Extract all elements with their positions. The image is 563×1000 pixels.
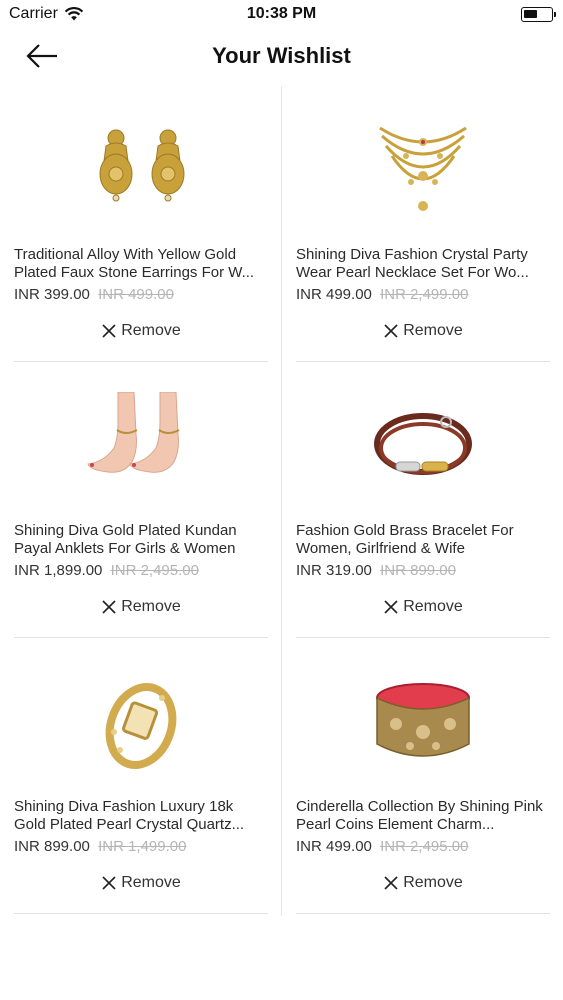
product-price: INR 399.00 — [14, 286, 90, 303]
necklace-icon — [379, 126, 467, 211]
bracelet-icon — [374, 413, 472, 475]
anklets-icon — [87, 392, 180, 473]
nav-bar: Your Wishlist — [0, 30, 563, 86]
product-mrp: INR 2,495.00 — [110, 562, 199, 579]
product-name[interactable]: Fashion Gold Brass Bracelet For Women, G… — [296, 522, 550, 558]
product-price: INR 1,899.00 — [14, 562, 103, 579]
remove-label: Remove — [403, 322, 463, 339]
wishlist-item[interactable]: Cinderella Collection By Shining Pink Pe… — [296, 638, 550, 914]
remove-button[interactable]: Remove — [14, 874, 268, 892]
close-icon — [384, 600, 398, 614]
close-icon — [102, 876, 116, 890]
product-price: INR 499.00 — [296, 838, 372, 855]
status-bar: Carrier 10:38 PM — [0, 0, 563, 30]
wishlist-item[interactable]: Traditional Alloy With Yellow Gold Plate… — [14, 86, 268, 362]
product-mrp: INR 2,499.00 — [380, 286, 469, 303]
remove-label: Remove — [121, 874, 181, 891]
price-row: INR 499.00 INR 2,499.00 — [296, 286, 468, 303]
battery-icon — [521, 7, 556, 22]
status-time: 10:38 PM — [246, 5, 317, 22]
product-name[interactable]: Traditional Alloy With Yellow Gold Plate… — [14, 246, 268, 282]
product-mrp: INR 2,495.00 — [380, 838, 469, 855]
remove-button[interactable]: Remove — [296, 598, 550, 616]
earrings-icon — [99, 129, 185, 202]
remove-label: Remove — [403, 598, 463, 615]
wishlist-item[interactable]: Fashion Gold Brass Bracelet For Women, G… — [296, 362, 550, 638]
remove-label: Remove — [121, 322, 181, 339]
close-icon — [384, 324, 398, 338]
page-title: Your Wishlist — [212, 43, 351, 68]
product-mrp: INR 899.00 — [380, 562, 456, 579]
remove-button[interactable]: Remove — [14, 598, 268, 616]
column-divider — [281, 86, 282, 916]
price-row: INR 399.00 INR 499.00 — [14, 286, 174, 303]
product-name[interactable]: Shining Diva Fashion Crystal Party Wear … — [296, 246, 550, 282]
close-icon — [102, 600, 116, 614]
bangle-icon — [376, 683, 470, 757]
remove-label: Remove — [121, 598, 181, 615]
product-price: INR 899.00 — [14, 838, 90, 855]
close-icon — [102, 324, 116, 338]
remove-label: Remove — [403, 874, 463, 891]
price-row: INR 319.00 INR 899.00 — [296, 562, 456, 579]
product-mrp: INR 1,499.00 — [98, 838, 187, 855]
product-name[interactable]: Cinderella Collection By Shining Pink Pe… — [296, 798, 550, 834]
remove-button[interactable]: Remove — [296, 322, 550, 340]
wishlist-item[interactable]: Shining Diva Fashion Crystal Party Wear … — [296, 86, 550, 362]
product-mrp: INR 499.00 — [98, 286, 174, 303]
product-name[interactable]: Shining Diva Gold Plated Kundan Payal An… — [14, 522, 268, 558]
product-price: INR 319.00 — [296, 562, 372, 579]
price-row: INR 1,899.00 INR 2,495.00 — [14, 562, 199, 579]
price-row: INR 899.00 INR 1,499.00 — [14, 838, 186, 855]
wishlist-item[interactable]: Shining Diva Gold Plated Kundan Payal An… — [14, 362, 268, 638]
price-row: INR 499.00 INR 2,495.00 — [296, 838, 468, 855]
wishlist-item[interactable]: Shining Diva Fashion Luxury 18k Gold Pla… — [14, 638, 268, 914]
product-name[interactable]: Shining Diva Fashion Luxury 18k Gold Pla… — [14, 798, 268, 834]
close-icon — [384, 876, 398, 890]
product-price: INR 499.00 — [296, 286, 372, 303]
watch-icon — [105, 683, 177, 769]
remove-button[interactable]: Remove — [296, 874, 550, 892]
remove-button[interactable]: Remove — [14, 322, 268, 340]
